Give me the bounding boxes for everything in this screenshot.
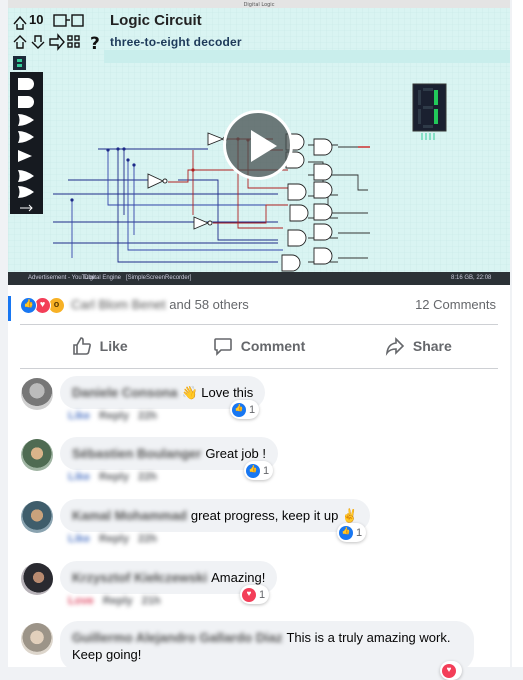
gate-palette (10, 72, 43, 214)
right-rail (512, 0, 523, 667)
zoom-level[interactable]: 10 (29, 12, 43, 27)
taskbar-clock: 8:16 GB, 22:08 (451, 275, 492, 281)
comment-text: Great job ! (205, 446, 267, 461)
comment-author[interactable]: Daniele Consona (72, 385, 177, 400)
reply-link[interactable]: Reply (99, 533, 129, 545)
avatar[interactable] (21, 623, 53, 655)
reactors-text[interactable]: Carl Blom Benet and 58 others (71, 297, 249, 312)
divider (20, 368, 498, 369)
comment-bubble: Guillermo Alejandro Gallardo Diaz This is… (60, 621, 474, 671)
avatar[interactable] (21, 563, 53, 595)
comment-text: 👋 Love this (181, 385, 254, 400)
post-actions: Like Comment Share (20, 328, 498, 364)
like-icon (20, 297, 37, 314)
comment-reaction-badge[interactable] (440, 661, 462, 680)
reactor-name[interactable]: Carl Blom Benet (71, 297, 166, 312)
comments-count[interactable]: 12 Comments (415, 297, 496, 312)
comment-reaction-badge[interactable]: 1 (240, 585, 270, 604)
app-subtitle: three-to-eight decoder (110, 35, 242, 49)
like-icon (339, 526, 353, 540)
comment-icon (213, 338, 232, 356)
thumbs-up-icon (72, 337, 91, 355)
love-link[interactable]: Love (68, 595, 94, 607)
avatar[interactable] (21, 439, 53, 471)
comment-bubble: Kamal Mohammad great progress, keep it up… (60, 499, 371, 532)
reaction-count: 1 (356, 527, 363, 539)
reply-link[interactable]: Reply (99, 471, 129, 483)
reaction-count: 1 (263, 465, 270, 477)
comment-meta: Like Reply 22h (68, 410, 166, 422)
window-title: Digital Logic (244, 2, 275, 8)
share-button[interactable]: Share (339, 328, 498, 364)
others-count[interactable]: and 58 others (169, 297, 249, 312)
comment-author[interactable]: Krzysztof Kiełczewski (72, 570, 207, 585)
taskbar: Advertisement - YouTube Digital Engine [… (8, 272, 510, 285)
comment-reaction-badge[interactable]: 1 (337, 523, 367, 542)
reactions-summary[interactable]: Carl Blom Benet and 58 others 12 Comment… (8, 288, 510, 322)
play-button[interactable] (223, 110, 293, 180)
like-link[interactable]: Like (68, 471, 90, 483)
comment-reaction-badge[interactable]: 1 (244, 461, 274, 480)
reaction-count: 1 (249, 404, 256, 416)
taskbar-item: Digital Engine (84, 275, 122, 281)
comment-reaction-badge[interactable]: 1 (230, 400, 260, 419)
divider (20, 324, 498, 325)
comment-label: Comment (240, 338, 306, 354)
timestamp[interactable]: 22h (138, 410, 157, 422)
love-icon (442, 664, 456, 678)
comment-author[interactable]: Guillermo Alejandro Gallardo Diaz (72, 630, 282, 645)
like-link[interactable]: Like (68, 533, 90, 545)
comment-meta: Like Reply 22h (68, 533, 166, 545)
comment-meta: Love Reply 21h (68, 595, 170, 607)
comment-button[interactable]: Comment (179, 328, 338, 364)
like-icon (232, 403, 246, 417)
comment-text: great progress, keep it up ✌ (190, 508, 359, 523)
facebook-post: Digital Logic ? 10 Logic Circuit three-t… (8, 0, 510, 680)
like-icon (246, 464, 260, 478)
comment-meta: Like Reply 22h (68, 471, 166, 483)
avatar[interactable] (21, 501, 53, 533)
comment-author[interactable]: Sébastien Boulanger (72, 446, 201, 461)
love-icon (242, 588, 256, 602)
timestamp[interactable]: 22h (138, 533, 157, 545)
like-label: Like (99, 338, 128, 354)
timestamp[interactable]: 22h (138, 471, 157, 483)
avatar[interactable] (21, 378, 53, 410)
share-icon (385, 337, 404, 356)
taskbar-item: [SimpleScreenRecorder] (126, 275, 192, 281)
comment-author[interactable]: Kamal Mohammad (72, 508, 187, 523)
like-button[interactable]: Like (20, 328, 179, 364)
reply-link[interactable]: Reply (99, 410, 129, 422)
like-link[interactable]: Like (68, 410, 90, 422)
reaction-count: 1 (259, 589, 266, 601)
app-title: Logic Circuit (110, 12, 202, 29)
timestamp[interactable]: 21h (142, 595, 161, 607)
video-player[interactable]: Digital Logic ? 10 Logic Circuit three-t… (8, 0, 510, 285)
help-icon[interactable]: ? (90, 34, 100, 54)
reply-link[interactable]: Reply (103, 595, 133, 607)
share-label: Share (412, 338, 452, 354)
comment-text: Amazing! (211, 570, 266, 585)
